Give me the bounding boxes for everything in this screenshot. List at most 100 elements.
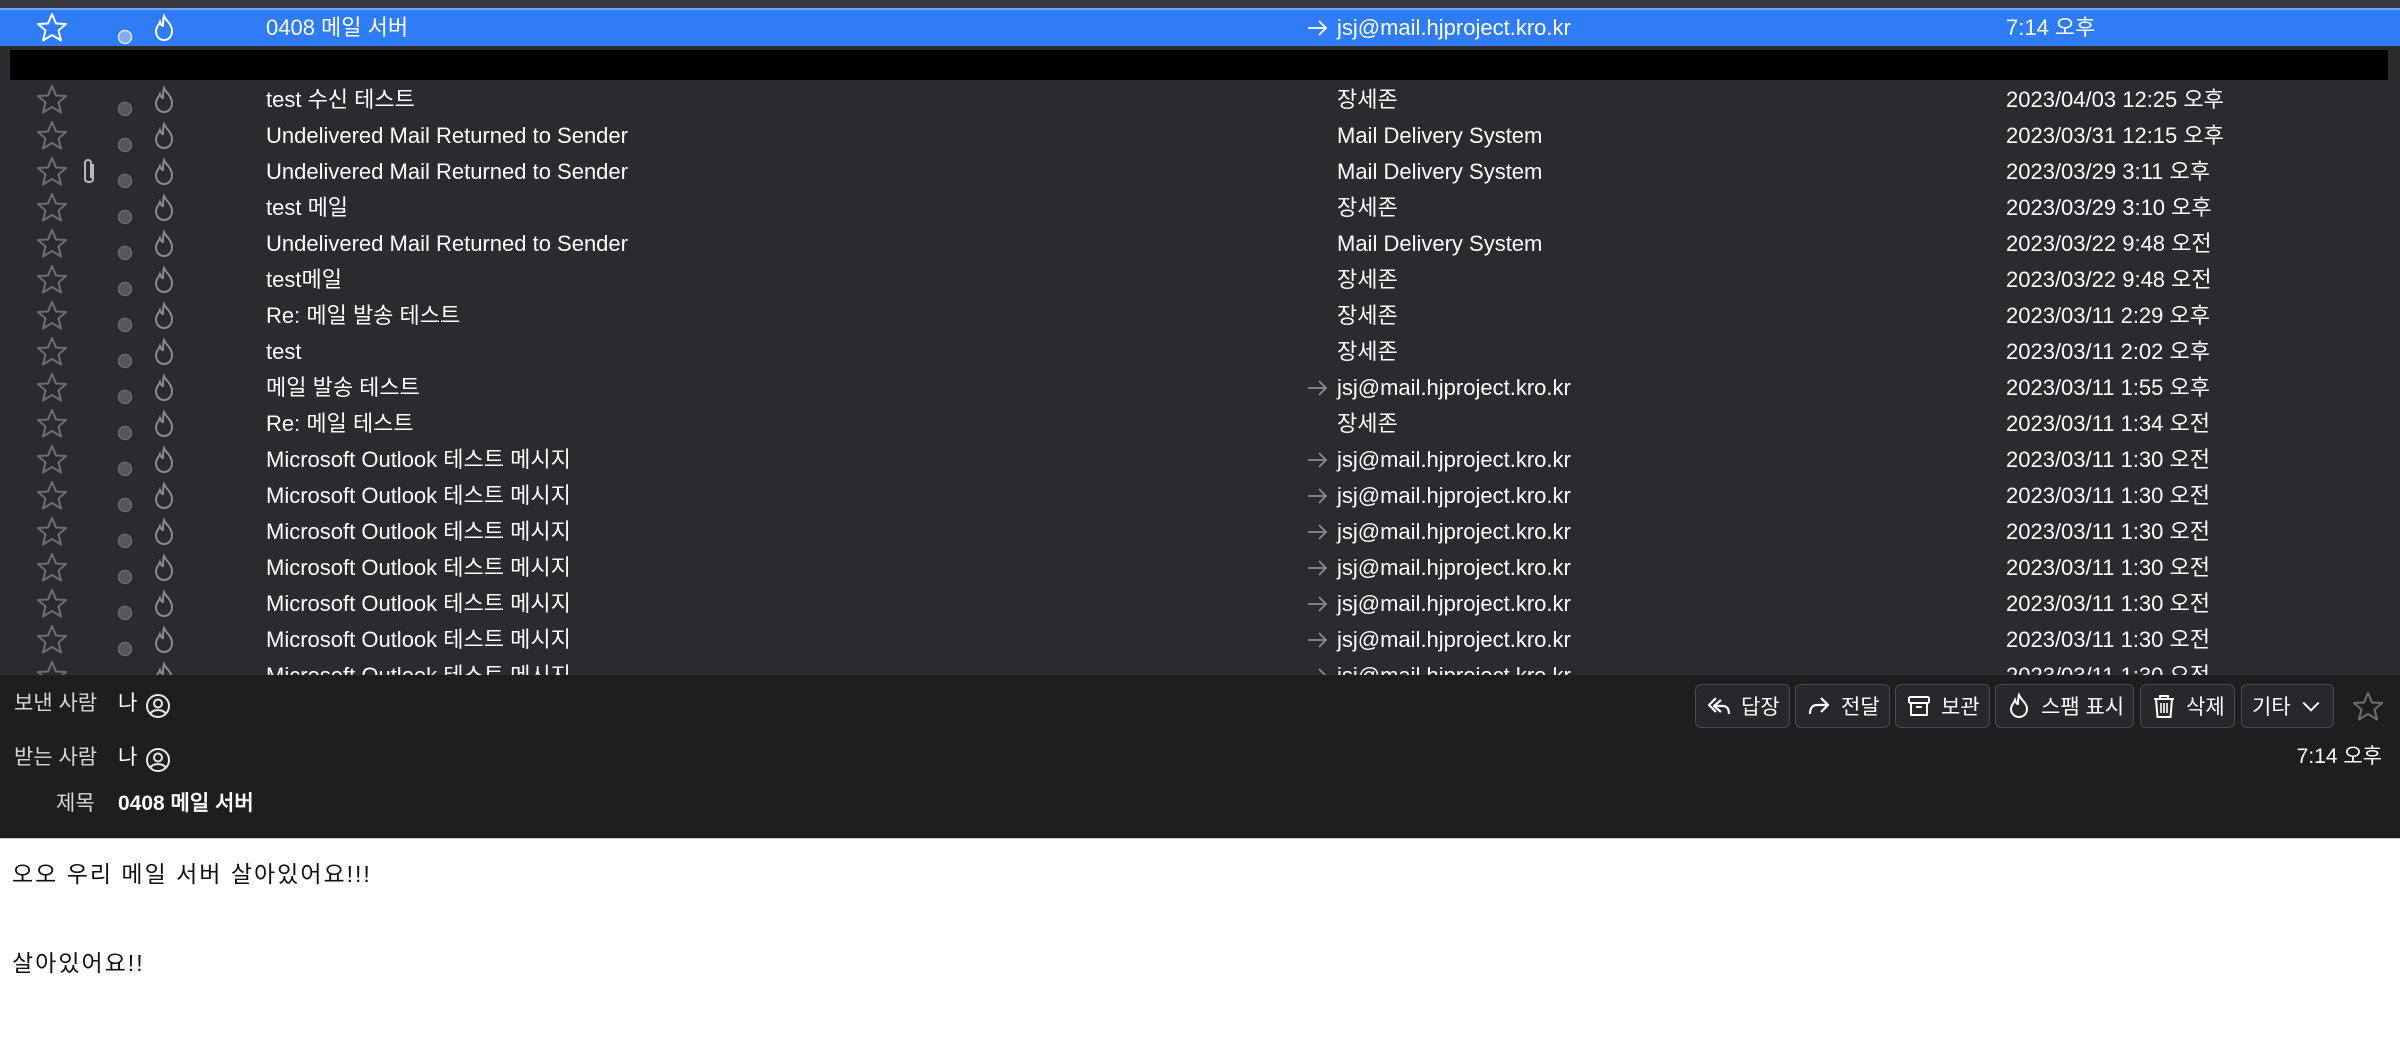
message-row[interactable]: Re: 메일 테스트 장세존 2023/03/11 1:34 오전: [0, 406, 2400, 442]
body-line-1: 오오 우리 메일 서버 살아있어요!!!: [12, 861, 372, 887]
read-status-dot-icon[interactable]: [117, 164, 133, 189]
read-status-dot-icon[interactable]: [117, 416, 133, 441]
star-icon[interactable]: [35, 623, 69, 657]
flame-icon[interactable]: [150, 479, 178, 513]
flame-icon[interactable]: [150, 515, 178, 549]
message-sender: 장세존: [1337, 195, 1398, 220]
message-sender: jsj@mail.hjproject.kro.kr: [1337, 591, 1571, 616]
flame-icon[interactable]: [150, 83, 178, 117]
message-row[interactable]: Microsoft Outlook 테스트 메시지 jsj@mail.hjproj…: [0, 514, 2400, 550]
message-row[interactable]: Re: 메일 발송 테스트 장세존 2023/03/11 2:29 오후: [0, 298, 2400, 334]
read-status-dot-icon[interactable]: [117, 128, 133, 153]
message-date: 2023/03/22 9:48 오전: [2006, 231, 2212, 256]
read-status-dot-icon[interactable]: [117, 344, 133, 369]
person-circle-icon[interactable]: [145, 693, 171, 719]
star-icon[interactable]: [35, 587, 69, 621]
message-row[interactable]: test메일 장세존 2023/03/22 9:48 오전: [0, 262, 2400, 298]
from-value[interactable]: 나: [118, 689, 137, 719]
star-icon[interactable]: [35, 371, 69, 405]
flame-icon[interactable]: [150, 335, 178, 369]
read-status-dot-icon[interactable]: [117, 92, 133, 117]
flame-icon[interactable]: [150, 227, 178, 261]
flame-icon[interactable]: [150, 299, 178, 333]
message-sender: jsj@mail.hjproject.kro.kr: [1337, 447, 1571, 472]
read-status-dot-icon[interactable]: [117, 200, 133, 225]
read-status-dot-icon[interactable]: [117, 236, 133, 261]
message-row[interactable]: test 수신 테스트 장세존 2023/04/03 12:25 오후: [0, 82, 2400, 118]
flame-icon[interactable]: [150, 11, 178, 45]
message-row[interactable]: 0408 메일 서버 jsj@mail.hjproject.kro.kr 7:14 …: [0, 8, 2400, 46]
message-row[interactable]: 메일 발송 테스트 jsj@mail.hjproject.kro.kr 2023/0…: [0, 370, 2400, 406]
message-row[interactable]: Undelivered Mail Returned to Sender Mail …: [0, 226, 2400, 262]
read-status-dot-icon[interactable]: [117, 380, 133, 405]
read-status-dot-icon[interactable]: [117, 452, 133, 477]
message-row[interactable]: Microsoft Outlook 테스트 메시지 jsj@mail.hjproj…: [0, 586, 2400, 622]
star-icon[interactable]: [35, 191, 69, 225]
star-icon[interactable]: [35, 515, 69, 549]
read-status-dot-icon[interactable]: [117, 20, 133, 45]
more-label: 기타: [2252, 696, 2291, 719]
message-date: 2023/03/31 12:15 오후: [2006, 123, 2224, 148]
flame-icon[interactable]: [150, 443, 178, 477]
flame-icon[interactable]: [150, 551, 178, 585]
to-value[interactable]: 나: [118, 743, 137, 773]
star-icon[interactable]: [35, 479, 69, 513]
from-label: 보낸 사람: [14, 692, 98, 715]
star-icon[interactable]: [35, 11, 69, 45]
read-status-dot-icon[interactable]: [117, 308, 133, 333]
message-row[interactable]: Microsoft Outlook 테스트 메시지 jsj@mail.hjproj…: [0, 550, 2400, 586]
star-icon[interactable]: [35, 335, 69, 369]
flame-icon[interactable]: [150, 119, 178, 153]
reply-button[interactable]: 답장: [1695, 684, 1790, 728]
read-status-dot-icon[interactable]: [117, 524, 133, 549]
star-icon[interactable]: [35, 407, 69, 441]
star-icon[interactable]: [35, 551, 69, 585]
forward-button[interactable]: 전달: [1795, 684, 1890, 728]
read-status-dot-icon[interactable]: [117, 560, 133, 585]
message-list[interactable]: 0408 메일 서버 jsj@mail.hjproject.kro.kr 7:14 …: [0, 0, 2400, 675]
flame-icon[interactable]: [150, 623, 178, 657]
message-row[interactable]: Microsoft Outlook 테스트 메시지 jsj@mail.hjproj…: [0, 622, 2400, 658]
message-row[interactable]: test 메일 장세존 2023/03/29 3:10 오후: [0, 190, 2400, 226]
star-icon[interactable]: [35, 83, 69, 117]
message-row[interactable]: Undelivered Mail Returned to Sender Mail …: [0, 154, 2400, 190]
flame-icon[interactable]: [150, 263, 178, 297]
star-icon[interactable]: [35, 119, 69, 153]
message-subject: Microsoft Outlook 테스트 메시지: [266, 627, 571, 652]
message-row[interactable]: Microsoft Outlook 테스트 메시지 jsj@mail.hjproj…: [0, 658, 2400, 675]
delete-button[interactable]: 삭제: [2140, 684, 2235, 728]
message-date: 2023/03/11 1:34 오전: [2006, 411, 2210, 436]
chevron-down-icon: [2302, 701, 2320, 712]
read-status-dot-icon[interactable]: [117, 596, 133, 621]
flame-icon[interactable]: [150, 587, 178, 621]
read-status-dot-icon[interactable]: [117, 632, 133, 657]
star-icon[interactable]: [35, 299, 69, 333]
flame-icon[interactable]: [150, 407, 178, 441]
star-icon[interactable]: [35, 227, 69, 261]
message-row[interactable]: Microsoft Outlook 테스트 메시지 jsj@mail.hjproj…: [0, 442, 2400, 478]
star-icon[interactable]: [35, 659, 69, 675]
read-status-dot-icon[interactable]: [117, 668, 133, 675]
message-date: 2023/03/11 1:30 오전: [2006, 555, 2210, 580]
read-status-dot-icon[interactable]: [117, 272, 133, 297]
person-circle-icon[interactable]: [145, 747, 171, 773]
more-button[interactable]: 기타: [2241, 684, 2334, 728]
junk-label: 스팸 표시: [2041, 696, 2125, 719]
message-row[interactable]: Microsoft Outlook 테스트 메시지 jsj@mail.hjproj…: [0, 478, 2400, 514]
archive-button[interactable]: 보관: [1895, 684, 1990, 728]
star-icon[interactable]: [35, 263, 69, 297]
flame-icon[interactable]: [150, 371, 178, 405]
flame-icon[interactable]: [150, 659, 178, 675]
message-row[interactable]: Undelivered Mail Returned to Sender Mail …: [0, 118, 2400, 154]
to-label: 받는 사람: [14, 746, 98, 769]
forward-label: 전달: [1841, 696, 1880, 719]
star-icon[interactable]: [2351, 690, 2385, 724]
message-row[interactable]: test 장세존 2023/03/11 2:02 오후: [0, 334, 2400, 370]
flame-icon[interactable]: [150, 191, 178, 225]
message-sender: jsj@mail.hjproject.kro.kr: [1337, 375, 1571, 400]
flame-icon[interactable]: [150, 155, 178, 189]
star-icon[interactable]: [35, 443, 69, 477]
junk-button[interactable]: 스팸 표시: [1995, 684, 2135, 728]
star-icon[interactable]: [35, 155, 69, 189]
read-status-dot-icon[interactable]: [117, 488, 133, 513]
